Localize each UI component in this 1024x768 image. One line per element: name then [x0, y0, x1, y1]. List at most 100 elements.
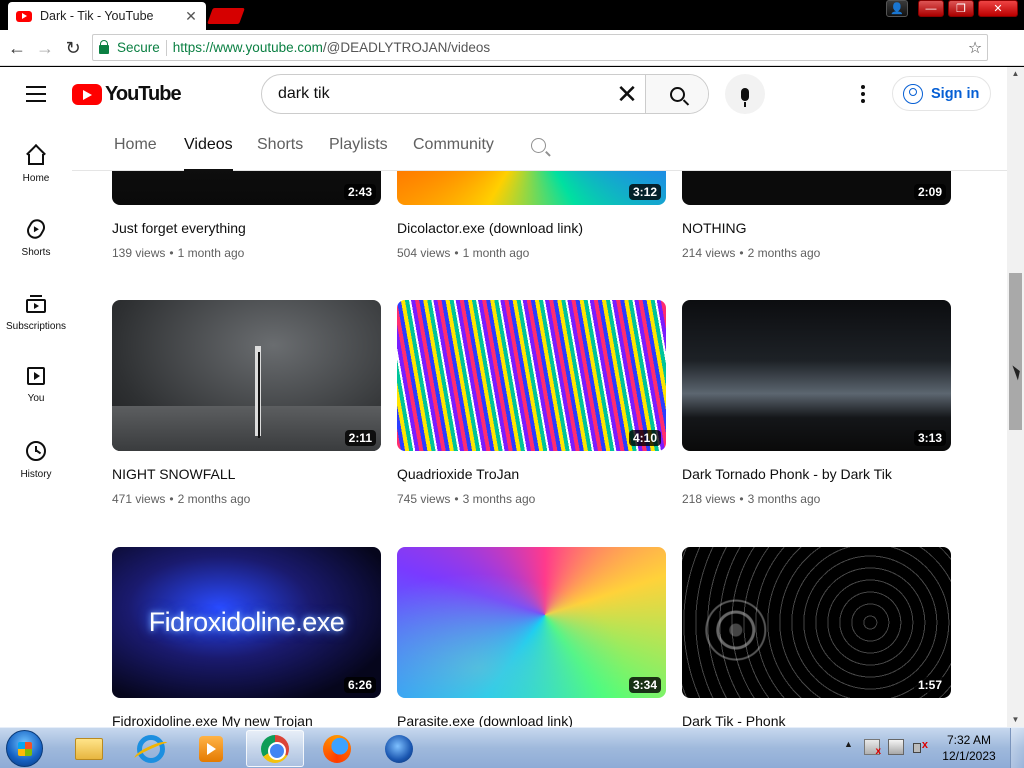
video-meta: 214 views • 2 months ago — [682, 246, 821, 260]
video-meta: 471 views • 2 months ago — [112, 492, 251, 506]
rail-item-history[interactable]: History — [0, 441, 72, 480]
media-player-icon — [199, 735, 223, 762]
video-views: 139 views — [112, 246, 166, 260]
video-card[interactable]: 4:10 Quadrioxide TroJan 745 views • 3 mont… — [397, 300, 666, 506]
video-title[interactable]: Dark Tik - Phonk — [682, 713, 951, 727]
action-center-icon[interactable] — [864, 739, 881, 757]
taskbar-media-player[interactable] — [182, 730, 240, 767]
video-card[interactable]: 3:12 Dicolactor.exe (download link) 504 … — [397, 171, 666, 260]
system-tray: ▲ — [844, 739, 928, 757]
reload-icon[interactable]: ↻ — [62, 37, 84, 59]
tab-videos[interactable]: Videos — [184, 123, 233, 171]
video-card[interactable]: 2:11 NIGHT SNOWFALL 471 views • 2 months a… — [112, 300, 381, 506]
tab-home[interactable]: Home — [114, 123, 157, 170]
tab-shorts[interactable]: Shorts — [257, 123, 303, 170]
video-title[interactable]: NIGHT SNOWFALL — [112, 466, 381, 486]
video-thumbnail[interactable]: 3:12 — [397, 171, 666, 205]
video-thumbnail[interactable]: 2:11 — [112, 300, 381, 451]
url-path: /@DEADLYTROJAN/videos — [322, 40, 491, 55]
volume-muted-icon[interactable] — [912, 739, 928, 755]
taskbar-thunderbird[interactable] — [370, 730, 428, 767]
profile-icon[interactable]: 👤 — [886, 0, 908, 17]
taskbar-firefox[interactable] — [308, 730, 366, 767]
thunderbird-icon — [385, 734, 413, 763]
video-card[interactable]: 3:34 Parasite.exe (download link) — [397, 547, 666, 727]
show-desktop-button[interactable] — [1010, 728, 1024, 768]
search-button[interactable] — [645, 75, 708, 113]
search-input[interactable] — [262, 75, 609, 113]
video-thumbnail[interactable]: 3:34 — [397, 547, 666, 698]
rail-item-you[interactable]: You — [0, 367, 72, 404]
tab-playlists[interactable]: Playlists — [329, 123, 388, 170]
minimize-button[interactable]: — — [918, 0, 944, 17]
video-duration: 3:34 — [628, 677, 661, 693]
browser-toolbar: ← → ↻ Secure https://www.youtube.com/@DE… — [0, 30, 1024, 66]
video-meta: 139 views • 1 month ago — [112, 246, 245, 260]
taskbar-chrome[interactable] — [246, 730, 304, 767]
rail-item-subscriptions[interactable]: Subscriptions — [0, 293, 72, 332]
video-title[interactable]: Parasite.exe (download link) — [397, 713, 666, 727]
youtube-logo[interactable]: YouTube — [72, 83, 182, 106]
video-card[interactable]: 2:43 Just forget everything 139 views • 1 … — [112, 171, 381, 260]
taskbar-explorer[interactable] — [60, 730, 118, 767]
video-card[interactable]: 1:57 Dark Tik - Phonk — [682, 547, 951, 727]
rail-item-shorts[interactable]: Shorts — [0, 216, 72, 258]
url-text[interactable]: https://www.youtube.com/@DEADLYTROJAN/vi… — [173, 40, 963, 55]
close-window-button[interactable]: ✕ — [978, 0, 1018, 17]
rail-item-home[interactable]: Home — [0, 145, 72, 184]
channel-search-icon[interactable] — [531, 138, 546, 153]
page-scrollbar[interactable]: ▲ ▼ — [1007, 67, 1024, 727]
account-icon — [903, 83, 923, 104]
video-duration: 1:57 — [913, 677, 946, 693]
back-arrow-icon[interactable]: ← — [6, 37, 28, 59]
video-age: 2 months ago — [177, 492, 251, 506]
new-tab-button[interactable] — [207, 8, 245, 24]
video-title[interactable]: Fidroxidoline.exe My new Trojan — [112, 713, 381, 727]
video-thumbnail[interactable]: 2:43 — [112, 171, 381, 205]
video-card[interactable]: 3:13 Dark Tornado Phonk - by Dark Tik 21… — [682, 300, 951, 506]
video-duration: 2:11 — [344, 430, 376, 446]
tab-community[interactable]: Community — [413, 123, 494, 170]
network-icon[interactable] — [888, 739, 904, 755]
video-title[interactable]: Dicolactor.exe (download link) — [397, 220, 666, 240]
youtube-logo-text: YouTube — [105, 83, 182, 105]
video-age: 3 months ago — [747, 492, 821, 506]
video-title[interactable]: Dark Tornado Phonk - by Dark Tik — [682, 466, 951, 486]
video-thumbnail[interactable]: Fidroxidoline.exe 6:26 — [112, 547, 381, 698]
tab-close-icon[interactable]: ✕ — [184, 8, 198, 25]
menu-icon[interactable] — [26, 86, 46, 102]
video-views: 218 views — [682, 492, 736, 506]
start-button[interactable] — [6, 730, 43, 767]
video-thumbnail[interactable]: 4:10 — [397, 300, 666, 451]
browser-tab[interactable]: Dark - Tik - YouTube ✕ — [8, 2, 206, 30]
video-duration: 2:09 — [913, 184, 946, 200]
maximize-button[interactable]: ❐ — [948, 0, 974, 17]
video-meta: 218 views • 3 months ago — [682, 492, 821, 506]
lock-icon — [99, 40, 109, 54]
browser-tab-title: Dark - Tik - YouTube — [40, 9, 154, 23]
more-options-icon[interactable] — [853, 83, 873, 105]
rail-label-shorts: Shorts — [21, 247, 51, 258]
video-title[interactable]: NOTHING — [682, 220, 951, 240]
scroll-up-arrow-icon[interactable]: ▲ — [1007, 67, 1024, 81]
microphone-icon — [741, 87, 749, 107]
scroll-down-arrow-icon[interactable]: ▼ — [1007, 713, 1024, 727]
you-icon — [27, 367, 45, 385]
address-bar[interactable]: Secure https://www.youtube.com/@DEADLYTR… — [92, 34, 988, 61]
video-thumbnail[interactable]: 1:57 — [682, 547, 951, 698]
clear-search-icon[interactable]: ✕ — [609, 75, 645, 113]
sign-in-button[interactable]: Sign in — [892, 76, 991, 111]
bookmark-star-icon[interactable]: ☆ — [963, 38, 987, 58]
voice-search-button[interactable] — [725, 74, 765, 114]
scrollbar-thumb[interactable] — [1009, 273, 1022, 430]
video-card[interactable]: 2:09 NOTHING 214 views • 2 months ago — [682, 171, 951, 260]
video-card[interactable]: Fidroxidoline.exe 6:26 Fidroxidoline.exe… — [112, 547, 381, 727]
taskbar-internet-explorer[interactable] — [122, 730, 180, 767]
video-title[interactable]: Quadrioxide TroJan — [397, 466, 666, 486]
show-hidden-icons-icon[interactable]: ▲ — [844, 739, 856, 755]
video-thumbnail[interactable]: 2:09 — [682, 171, 951, 205]
system-clock[interactable]: 7:32 AM 12/1/2023 — [936, 732, 1002, 764]
video-title[interactable]: Just forget everything — [112, 220, 381, 240]
video-thumbnail[interactable]: 3:13 — [682, 300, 951, 451]
forward-arrow-icon[interactable]: → — [34, 37, 56, 59]
